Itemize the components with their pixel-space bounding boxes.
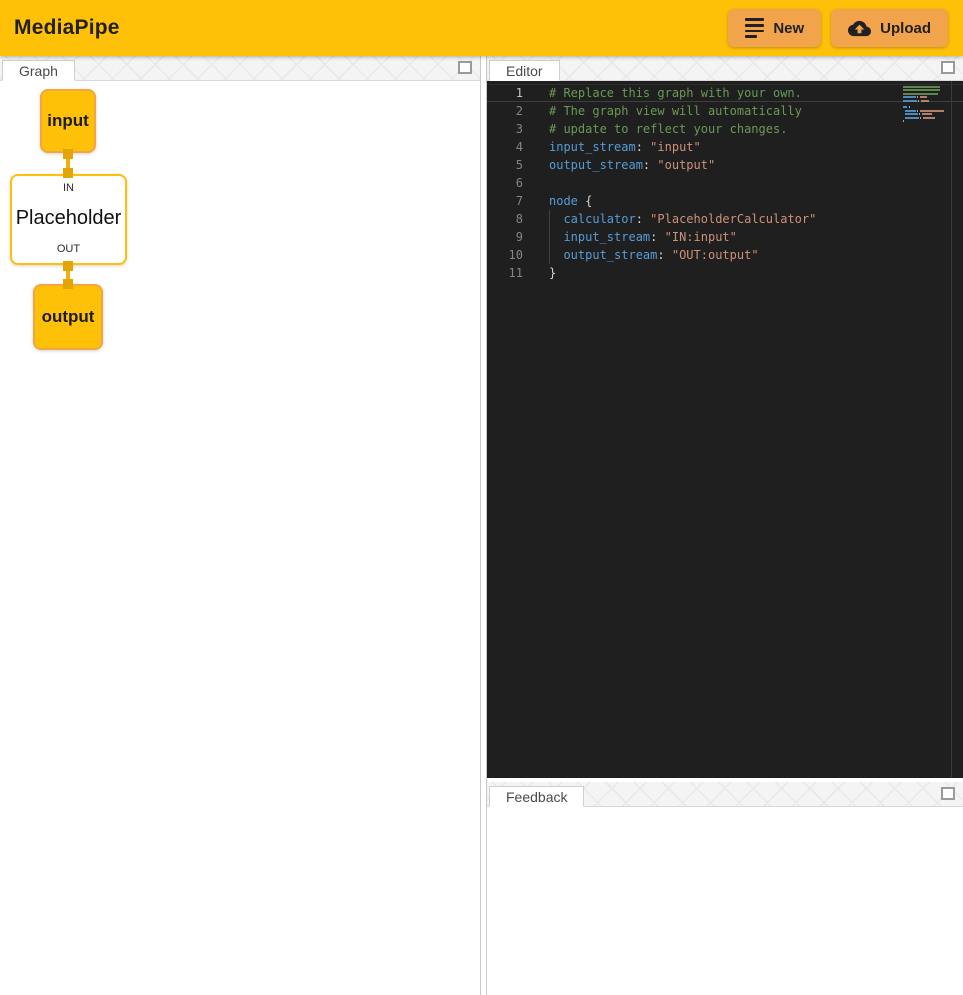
line-number: 11: [487, 264, 523, 282]
tab-editor-label: Editor: [506, 63, 543, 79]
line-number: 6: [487, 174, 523, 192]
line-number: 8: [487, 210, 523, 228]
line-number: 10: [487, 246, 523, 264]
line-number: 1: [487, 84, 523, 102]
code-text: }: [549, 264, 556, 282]
cloud-upload-icon: [848, 17, 871, 40]
header-actions: New Upload: [728, 9, 963, 47]
code-line-7[interactable]: 7 node {: [487, 192, 963, 210]
upload-button-label: Upload: [880, 20, 931, 37]
code-text: input_stream: "IN:input": [549, 228, 737, 246]
port-square: [63, 168, 73, 178]
code-text: # Replace this graph with your own.: [549, 84, 802, 102]
feedback-content: [487, 808, 963, 995]
code-text: input_stream: "input": [549, 138, 701, 156]
code-line-1[interactable]: 1 # Replace this graph with your own.: [487, 84, 963, 102]
minimap[interactable]: [903, 86, 949, 123]
maximize-graph-icon[interactable]: [458, 61, 472, 74]
port-square: [63, 149, 73, 159]
new-button[interactable]: New: [728, 9, 821, 47]
indent-guide: [549, 228, 550, 246]
graph-node-output-label: output: [42, 307, 95, 327]
app-title: MediaPipe: [0, 16, 120, 40]
graph-node-input[interactable]: input: [40, 89, 96, 153]
graph-panel: Graph input IN Placeholder OUT output: [0, 56, 481, 995]
line-number: 9: [487, 228, 523, 246]
code-line-11[interactable]: 11}: [487, 264, 963, 282]
code-line-9[interactable]: 9 input_stream: "IN:input": [487, 228, 963, 246]
tab-editor[interactable]: Editor: [489, 60, 560, 81]
code-line-10[interactable]: 10 output_stream: "OUT:output": [487, 246, 963, 264]
code-text: calculator: "PlaceholderCalculator": [549, 210, 816, 228]
editor-scrollbar[interactable]: [951, 81, 952, 778]
upload-button[interactable]: Upload: [831, 9, 948, 47]
code-text: output_stream: "output": [549, 156, 715, 174]
feedback-panel: Feedback: [487, 782, 963, 995]
graph-tabbar: Graph: [0, 56, 480, 81]
maximize-editor-icon[interactable]: [941, 61, 955, 74]
tab-feedback[interactable]: Feedback: [489, 786, 584, 807]
line-number: 4: [487, 138, 523, 156]
code-text: node {: [549, 192, 592, 210]
right-column: Editor 1 # Replace this graph with your o…: [486, 56, 963, 995]
graph-node-placeholder-label: Placeholder: [16, 207, 122, 230]
line-number: 7: [487, 192, 523, 210]
tab-graph-label: Graph: [19, 63, 58, 79]
app-header: MediaPipe New Upload: [0, 0, 963, 56]
code-line-4[interactable]: 4 input_stream: "input": [487, 138, 963, 156]
code-line-5[interactable]: 5 output_stream: "output": [487, 156, 963, 174]
tab-feedback-label: Feedback: [506, 789, 567, 805]
code-line-3[interactable]: 3 # update to reflect your changes.: [487, 120, 963, 138]
indent-guide: [549, 210, 550, 228]
port-square: [63, 279, 73, 289]
code-line-8[interactable]: 8 calculator: "PlaceholderCalculator": [487, 210, 963, 228]
line-number: 5: [487, 156, 523, 174]
indent-guide: [549, 246, 550, 264]
code-line-2[interactable]: 2 # The graph view will automatically: [487, 102, 963, 120]
port-square: [63, 261, 73, 271]
tab-graph[interactable]: Graph: [2, 60, 75, 81]
code-text: output_stream: "OUT:output": [549, 246, 759, 264]
subject-icon: [745, 18, 764, 37]
graph-node-output[interactable]: output: [33, 284, 103, 350]
in-port-label: IN: [63, 182, 74, 194]
feedback-tabbar: Feedback: [487, 782, 963, 807]
graph-canvas[interactable]: input IN Placeholder OUT output: [0, 82, 480, 995]
out-port-label: OUT: [57, 243, 80, 255]
graph-node-placeholder[interactable]: IN Placeholder OUT: [10, 174, 127, 265]
editor-panel: Editor 1 # Replace this graph with your o…: [487, 56, 963, 778]
maximize-feedback-icon[interactable]: [941, 787, 955, 800]
line-number: 3: [487, 120, 523, 138]
code-text: # The graph view will automatically: [549, 102, 802, 120]
editor-tabbar: Editor: [487, 56, 963, 81]
code-editor[interactable]: 1 # Replace this graph with your own. 2 # T…: [487, 81, 963, 778]
code-lines: 1 # Replace this graph with your own. 2 # T…: [487, 84, 963, 282]
code-line-6[interactable]: 6: [487, 174, 963, 192]
code-text: # update to reflect your changes.: [549, 120, 787, 138]
new-button-label: New: [773, 20, 804, 37]
graph-node-input-label: input: [47, 111, 89, 131]
line-number: 2: [487, 102, 523, 120]
